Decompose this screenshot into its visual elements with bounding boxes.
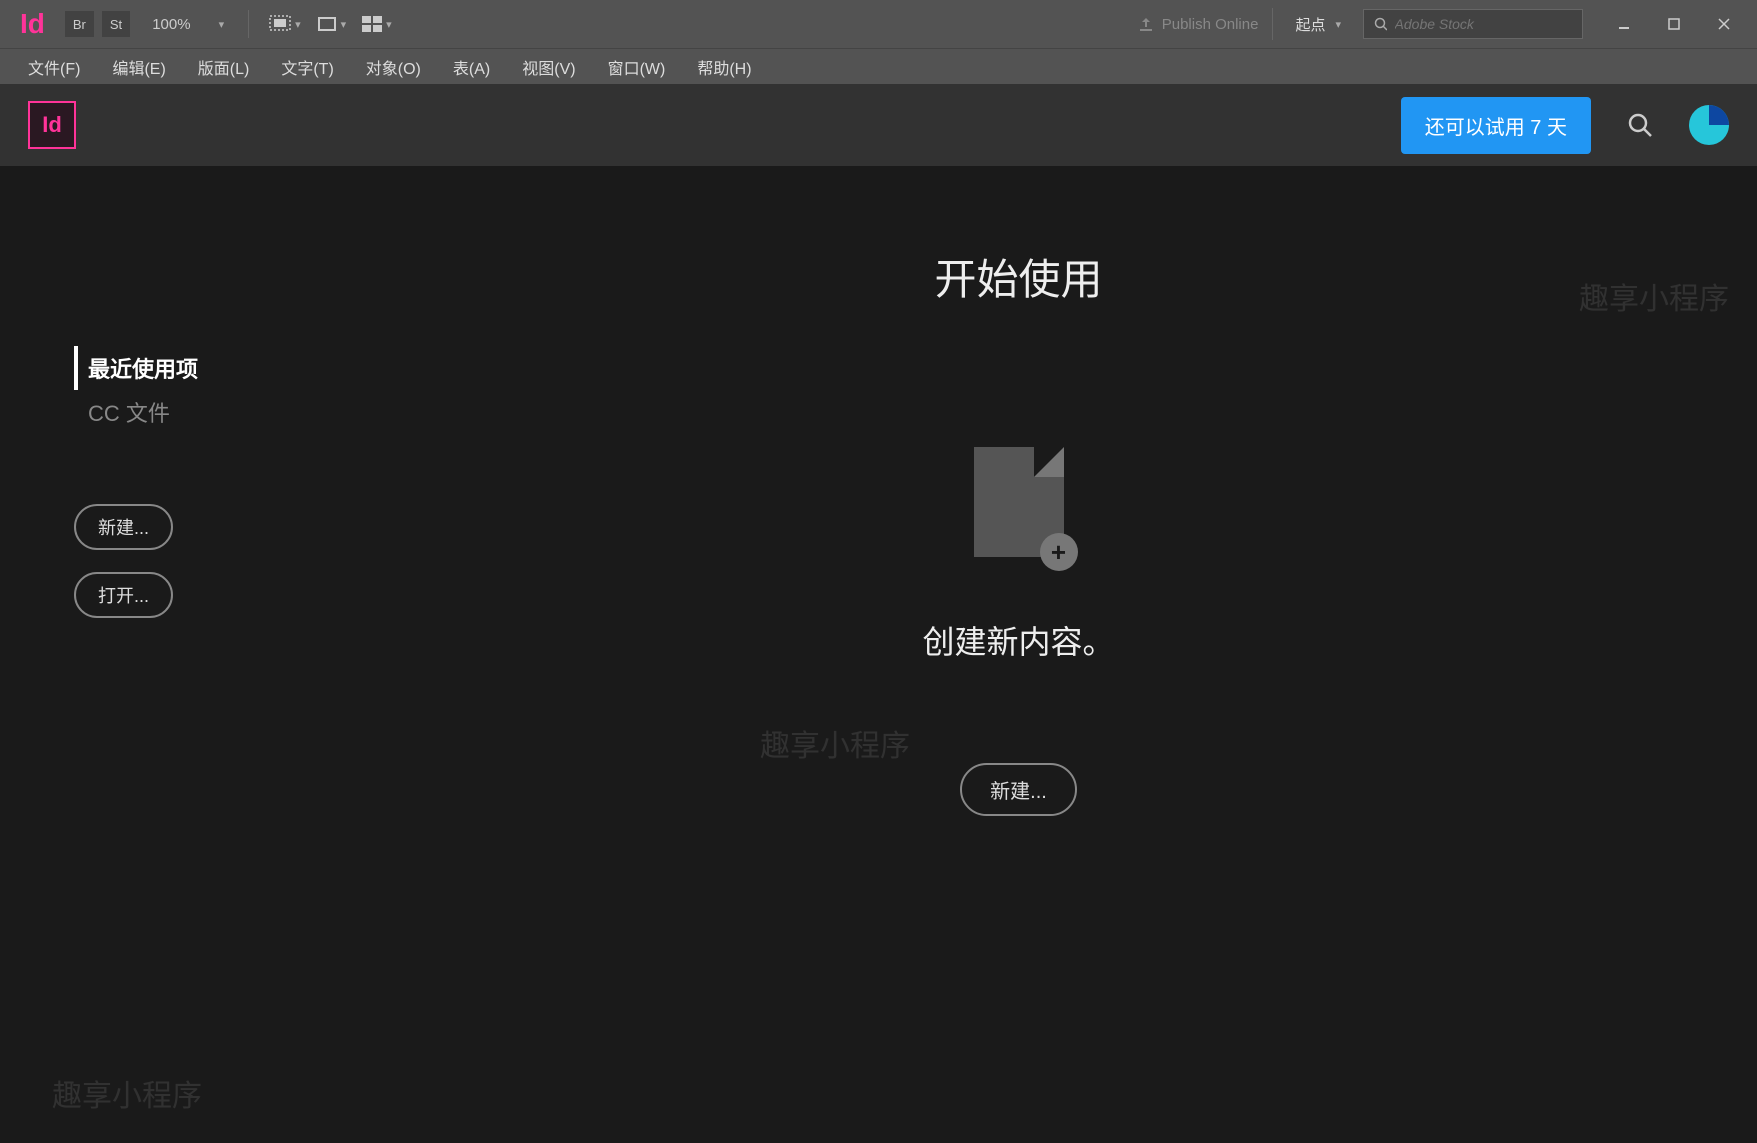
- zoom-dropdown[interactable]: 100% ▾: [138, 16, 234, 33]
- user-avatar[interactable]: [1689, 105, 1729, 145]
- screen-mode-icon: [269, 15, 291, 33]
- workspace-dropdown[interactable]: 起点 ▾: [1281, 14, 1355, 35]
- arrange-documents-dropdown[interactable]: ▾: [356, 16, 398, 32]
- chevron-down-icon: ▾: [295, 18, 301, 31]
- sidebar-item-cc-files[interactable]: CC 文件: [74, 390, 280, 434]
- menu-window[interactable]: 窗口(W): [592, 49, 682, 85]
- arrange-icon: [362, 16, 382, 32]
- title-bar: Id Br St 100% ▾ ▾ ▾ ▾ Publish Online 起点 …: [0, 0, 1757, 48]
- maximize-button[interactable]: [1649, 8, 1699, 40]
- menu-table[interactable]: 表(A): [437, 49, 506, 85]
- menu-type[interactable]: 文字(T): [265, 49, 349, 85]
- menu-bar: 文件(F) 编辑(E) 版面(L) 文字(T) 对象(O) 表(A) 视图(V)…: [0, 48, 1757, 84]
- trial-button[interactable]: 还可以试用 7 天: [1401, 97, 1591, 154]
- publish-online-button[interactable]: Publish Online: [1124, 8, 1274, 40]
- workspace-label: 起点: [1295, 14, 1325, 35]
- maximize-icon: [1668, 18, 1680, 30]
- app-badge: Id: [28, 101, 76, 149]
- chevron-down-icon: ▾: [219, 18, 225, 31]
- upload-icon: [1138, 16, 1154, 32]
- sidebar-nav: 最近使用项 CC 文件: [74, 346, 280, 434]
- app-logo: Id: [8, 8, 57, 40]
- menu-file[interactable]: 文件(F): [12, 49, 96, 85]
- zoom-value: 100%: [148, 16, 214, 33]
- bridge-button[interactable]: Br: [65, 11, 94, 37]
- start-title: 开始使用: [934, 246, 1102, 307]
- stock-search-input[interactable]: [1395, 16, 1572, 32]
- stock-search-box[interactable]: [1363, 9, 1583, 39]
- new-button[interactable]: 新建...: [74, 504, 173, 550]
- start-sidebar: 最近使用项 CC 文件 新建... 打开...: [0, 166, 280, 1143]
- welcome-header: Id 还可以试用 7 天: [0, 84, 1757, 166]
- sidebar-item-recent[interactable]: 最近使用项: [74, 346, 280, 390]
- divider: [248, 10, 249, 38]
- menu-object[interactable]: 对象(O): [350, 49, 437, 85]
- window-controls: [1599, 8, 1749, 40]
- view-options-group: ▾ ▾ ▾: [263, 15, 398, 33]
- close-button[interactable]: [1699, 8, 1749, 40]
- publish-label: Publish Online: [1162, 16, 1259, 33]
- stock-button[interactable]: St: [102, 11, 130, 37]
- chevron-down-icon: ▾: [1335, 18, 1341, 31]
- chevron-down-icon: ▾: [386, 18, 392, 31]
- search-button[interactable]: [1615, 112, 1665, 138]
- create-subtitle: 创建新内容。: [922, 617, 1114, 663]
- chevron-down-icon: ▾: [341, 18, 347, 31]
- display-performance-dropdown[interactable]: ▾: [311, 16, 353, 32]
- close-icon: [1718, 18, 1730, 30]
- open-button[interactable]: 打开...: [74, 572, 173, 618]
- menu-view[interactable]: 视图(V): [506, 49, 591, 85]
- menu-layout[interactable]: 版面(L): [182, 49, 266, 85]
- minimize-button[interactable]: [1599, 8, 1649, 40]
- display-icon: [317, 16, 337, 32]
- minimize-icon: [1618, 18, 1630, 30]
- screen-mode-dropdown[interactable]: ▾: [263, 15, 307, 33]
- create-illustration: +: [974, 447, 1064, 557]
- menu-edit[interactable]: 编辑(E): [96, 49, 181, 85]
- plus-icon: +: [1040, 533, 1078, 571]
- menu-help[interactable]: 帮助(H): [681, 49, 767, 85]
- center-panel: 开始使用 + 创建新内容。 新建...: [280, 166, 1757, 1143]
- center-new-button[interactable]: 新建...: [960, 763, 1077, 816]
- search-icon: [1627, 112, 1653, 138]
- search-icon: [1374, 17, 1387, 31]
- main-content: 趣享小程序 趣享小程序 趣享小程序 最近使用项 CC 文件 新建... 打开..…: [0, 166, 1757, 1143]
